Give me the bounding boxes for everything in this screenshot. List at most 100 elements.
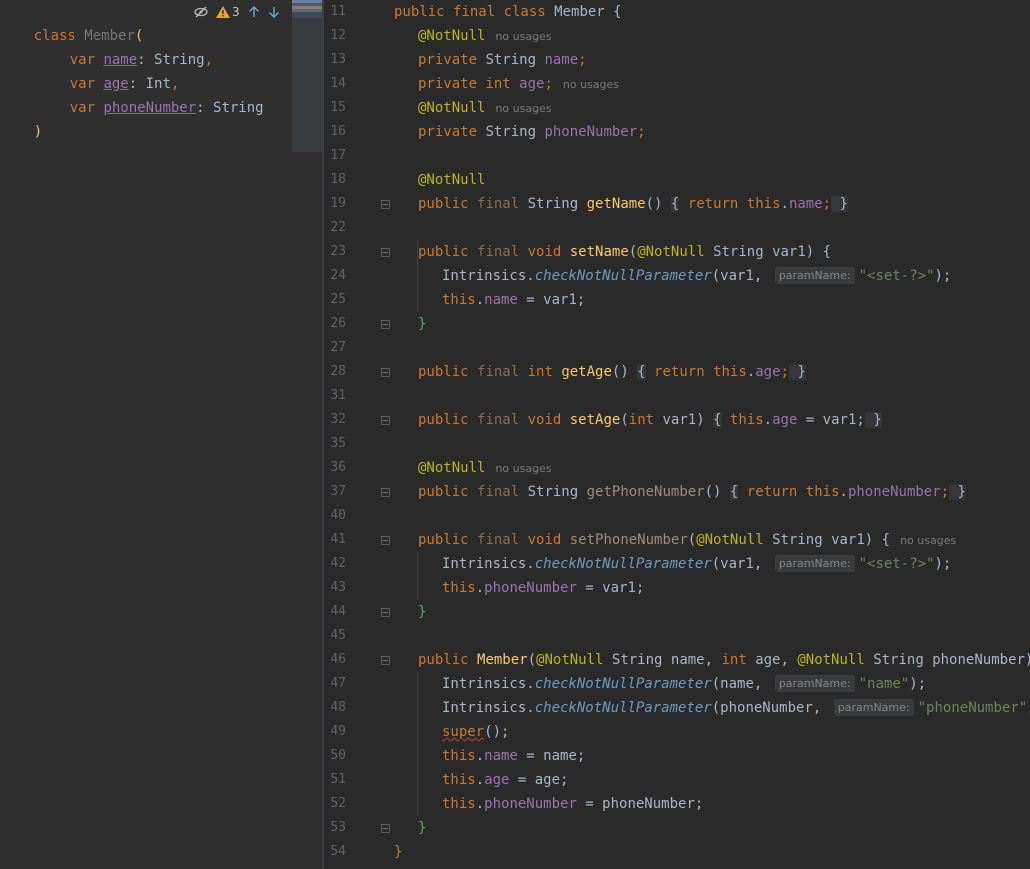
code-line-47[interactable]: Intrinsics.checkNotNullParameter(name, p… — [442, 672, 926, 696]
line-number: 11 — [330, 4, 346, 19]
arrow-down-icon[interactable] — [268, 6, 280, 18]
code-line-46[interactable]: public Member(@NotNull String name, int … — [418, 648, 1030, 672]
parameter-name-hint: paramName: — [833, 699, 914, 716]
code-line-16[interactable]: private String phoneNumber; — [418, 120, 646, 144]
fold-toggle-icon[interactable] — [381, 608, 390, 617]
line-number: 28 — [330, 364, 346, 379]
parameter-name-hint: paramName: — [774, 555, 855, 572]
line-number: 31 — [330, 388, 346, 403]
property-line-name[interactable]: var name: String, — [36, 24, 213, 68]
line-number: 50 — [330, 748, 346, 763]
line-number: 32 — [330, 412, 346, 427]
code-line-49[interactable]: super(); — [442, 720, 509, 744]
code-line-48[interactable]: Intrinsics.checkNotNullParameter(phoneNu… — [442, 696, 1030, 720]
arrow-up-icon[interactable] — [248, 6, 260, 18]
code-line-53[interactable]: } — [418, 816, 426, 840]
line-number: 46 — [330, 652, 346, 667]
code-line-32[interactable]: public final void setAge(int var1) { thi… — [418, 408, 882, 432]
code-line-15[interactable]: @NotNull no usages — [418, 96, 552, 120]
line-number: 19 — [330, 196, 346, 211]
line-number: 43 — [330, 580, 346, 595]
minimap-preview — [292, 0, 322, 18]
code-line-23[interactable]: public final void setName(@NotNull Strin… — [418, 240, 831, 264]
code-line-12[interactable]: @NotNull no usages — [418, 24, 552, 48]
inspection-toolbar: 3 — [194, 2, 280, 22]
code-line-42[interactable]: Intrinsics.checkNotNullParameter(var1, p… — [442, 552, 951, 576]
code-line-18[interactable]: @NotNull — [418, 168, 485, 192]
code-line-44[interactable]: } — [418, 600, 426, 624]
kotlin-editor-pane[interactable]: class Member( var name: String, var age:… — [0, 0, 322, 869]
fold-toggle-icon[interactable] — [381, 320, 390, 329]
line-number: 53 — [330, 820, 346, 835]
fold-toggle-icon[interactable] — [381, 368, 390, 377]
no-usages-hint: no usages — [495, 462, 552, 475]
warning-icon — [216, 6, 230, 18]
code-line-19[interactable]: public final String getName() { return t… — [418, 192, 848, 216]
code-line-43[interactable]: this.phoneNumber = var1; — [442, 576, 644, 600]
line-number: 13 — [330, 52, 346, 67]
line-number: 37 — [330, 484, 346, 499]
line-number: 15 — [330, 100, 346, 115]
indent-guide — [417, 672, 418, 816]
comma: , — [204, 52, 214, 68]
line-number: 40 — [330, 508, 346, 523]
code-line-24[interactable]: Intrinsics.checkNotNullParameter(var1, p… — [442, 264, 951, 288]
line-number: 44 — [330, 604, 346, 619]
line-number: 36 — [330, 460, 346, 475]
code-line-50[interactable]: this.name = name; — [442, 744, 585, 768]
code-line-26[interactable]: } — [418, 312, 426, 336]
minimap-scrollbar[interactable] — [292, 0, 322, 152]
line-number: 54 — [330, 844, 346, 859]
line-number: 27 — [330, 340, 346, 355]
property-line-phone[interactable]: var phoneNumber: String — [36, 72, 264, 116]
property-line-age[interactable]: var age: Int, — [36, 48, 180, 92]
line-number: 12 — [330, 28, 346, 43]
code-line-25[interactable]: this.name = var1; — [442, 288, 585, 312]
code-line-13[interactable]: private String name; — [418, 48, 587, 72]
line-number: 23 — [330, 244, 346, 259]
property-type: : String — [196, 100, 264, 116]
line-number: 22 — [330, 220, 346, 235]
line-number: 45 — [330, 628, 346, 643]
fold-toggle-icon[interactable] — [381, 200, 390, 209]
code-line-52[interactable]: this.phoneNumber = phoneNumber; — [442, 792, 703, 816]
line-number: 16 — [330, 124, 346, 139]
class-declaration-line[interactable]: class Member( — [0, 0, 144, 44]
line-number: 52 — [330, 796, 346, 811]
parameter-name-hint: paramName: — [774, 267, 855, 284]
fold-toggle-icon[interactable] — [381, 656, 390, 665]
code-line-37[interactable]: public final String getPhoneNumber() { r… — [418, 480, 966, 504]
fold-toggle-icon[interactable] — [381, 536, 390, 545]
line-number: 47 — [330, 676, 346, 691]
java-decompiled-pane[interactable]: 11 12 13 14 15 16 17 18 19 22 23 24 25 26 27 28 31 32 35 36… — [324, 0, 1030, 869]
fold-toggle-icon[interactable] — [381, 248, 390, 257]
code-line-41[interactable]: public final void setPhoneNumber(@NotNul… — [418, 528, 956, 552]
class-close-line[interactable]: ) — [0, 96, 42, 140]
fold-toggle-icon[interactable] — [381, 416, 390, 425]
code-line-51[interactable]: this.age = age; — [442, 768, 568, 792]
line-number: 26 — [330, 316, 346, 331]
eye-off-icon[interactable] — [194, 6, 208, 18]
line-number: 18 — [330, 172, 346, 187]
fold-toggle-icon[interactable] — [381, 488, 390, 497]
line-number: 51 — [330, 772, 346, 787]
code-line-54[interactable]: } — [394, 840, 402, 864]
line-number: 41 — [330, 532, 346, 547]
no-usages-hint: no usages — [562, 78, 620, 91]
warnings-counter[interactable]: 3 — [216, 5, 240, 19]
code-line-28[interactable]: public final int getAge() { return this.… — [418, 360, 806, 384]
var-keyword: var — [69, 100, 104, 116]
fold-toggle-icon[interactable] — [381, 824, 390, 833]
code-line-36[interactable]: @NotNull no usages — [418, 456, 552, 480]
line-number: 42 — [330, 556, 346, 571]
warnings-count: 3 — [232, 5, 240, 19]
no-usages-hint: no usages — [495, 102, 552, 115]
line-number: 35 — [330, 436, 346, 451]
close-paren: ) — [33, 124, 43, 140]
code-line-14[interactable]: private int age; no usages — [418, 72, 619, 96]
code-line-11[interactable]: public final class Member { — [394, 0, 622, 24]
line-number: 14 — [330, 76, 346, 91]
no-usages-hint: no usages — [900, 534, 957, 547]
line-number: 24 — [330, 268, 346, 283]
parameter-name-hint: paramName: — [774, 675, 855, 692]
